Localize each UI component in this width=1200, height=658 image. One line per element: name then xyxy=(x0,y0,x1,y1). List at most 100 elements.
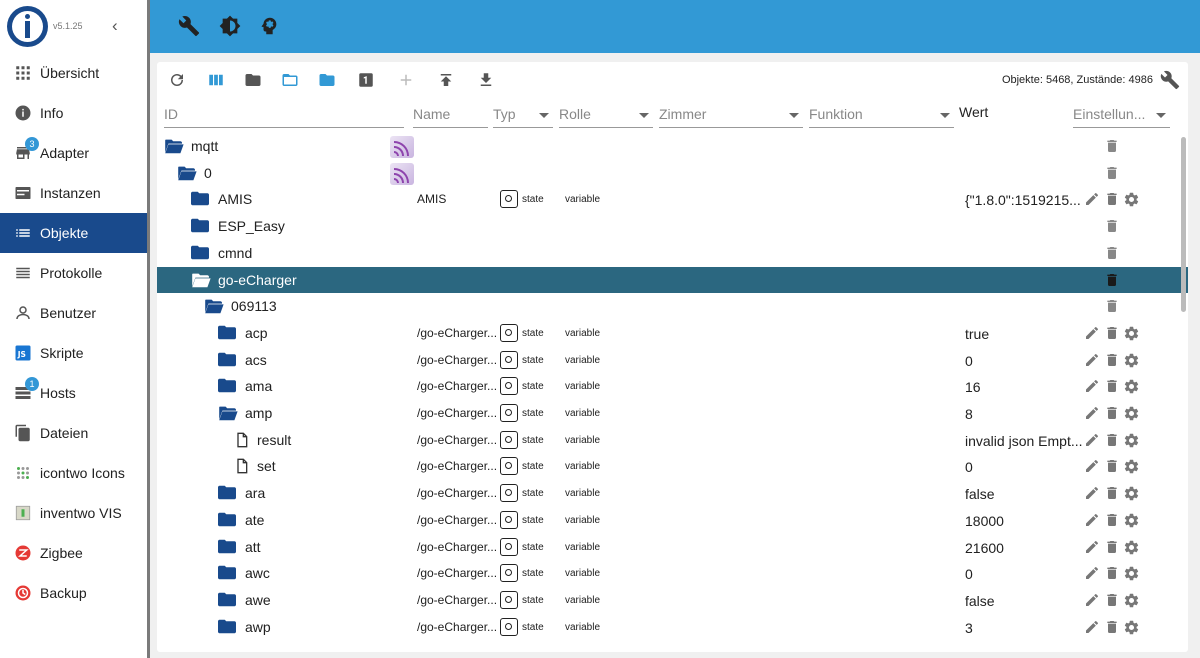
folder-open-icon[interactable] xyxy=(164,138,184,154)
sidebar-item-zigbee[interactable]: Zigbee xyxy=(0,533,147,573)
object-value[interactable]: true xyxy=(965,326,1085,342)
folder-icon[interactable] xyxy=(218,512,236,528)
delete-icon[interactable] xyxy=(1104,432,1120,448)
tree-row[interactable]: acs/go-eCharger... state variable 0 xyxy=(157,347,1188,374)
folder-icon[interactable] xyxy=(218,592,236,608)
gear-icon[interactable] xyxy=(1123,325,1139,341)
object-value[interactable]: 0 xyxy=(965,353,1085,369)
sidebar-item-dateien[interactable]: Dateien xyxy=(0,413,147,453)
gear-icon[interactable] xyxy=(1123,592,1139,608)
scrollbar[interactable] xyxy=(1181,137,1186,312)
delete-icon[interactable] xyxy=(1104,138,1120,154)
gear-icon[interactable] xyxy=(1123,191,1139,207)
sidebar-item-icontwo-icons[interactable]: icontwo Icons xyxy=(0,453,147,493)
folder-open-icon[interactable] xyxy=(218,405,238,421)
delete-icon[interactable] xyxy=(1104,272,1120,288)
column-role[interactable]: Rolle xyxy=(559,100,653,128)
gear-icon[interactable] xyxy=(1123,619,1139,635)
tree-row[interactable]: att/go-eCharger... state variable 21600 xyxy=(157,534,1188,561)
folder-open-icon[interactable] xyxy=(281,71,299,89)
tree-row[interactable]: ama/go-eCharger... state variable 16 xyxy=(157,373,1188,400)
tree-row[interactable]: result/go-eCharger... state variable invali… xyxy=(157,427,1188,454)
column-room[interactable]: Zimmer xyxy=(659,100,803,128)
columns-icon[interactable] xyxy=(207,71,225,89)
wrench-icon[interactable] xyxy=(178,15,200,37)
column-settings[interactable]: Einstellun... xyxy=(1073,100,1170,128)
column-id[interactable]: ID xyxy=(164,100,404,128)
tree-row[interactable]: ESP_Easy xyxy=(157,213,1188,240)
expert-mode-icon[interactable] xyxy=(258,15,280,37)
tree-row[interactable]: awe/go-eCharger... state variable false xyxy=(157,587,1188,614)
folder-icon[interactable] xyxy=(191,245,209,261)
edit-icon[interactable] xyxy=(1084,405,1100,421)
gear-icon[interactable] xyxy=(1123,458,1139,474)
tree-row[interactable]: go-eCharger xyxy=(157,266,1188,294)
sidebar-item-adapter[interactable]: Adapter 3 xyxy=(0,133,147,173)
sidebar-item-inventwo-vis[interactable]: inventwo VIS xyxy=(0,493,147,533)
folder-icon[interactable] xyxy=(244,71,262,89)
object-value[interactable]: false xyxy=(965,486,1085,502)
folder-icon[interactable] xyxy=(218,378,236,394)
edit-icon[interactable] xyxy=(1084,619,1100,635)
iobroker-logo[interactable] xyxy=(7,6,48,47)
delete-icon[interactable] xyxy=(1104,539,1120,555)
edit-icon[interactable] xyxy=(1084,378,1100,394)
download-icon[interactable] xyxy=(477,71,495,89)
delete-icon[interactable] xyxy=(1104,565,1120,581)
object-value[interactable]: false xyxy=(965,593,1085,609)
refresh-icon[interactable] xyxy=(168,71,186,89)
delete-icon[interactable] xyxy=(1104,619,1120,635)
tree-row[interactable]: awc/go-eCharger... state variable 0 xyxy=(157,560,1188,587)
delete-icon[interactable] xyxy=(1104,592,1120,608)
tree-row[interactable]: cmnd xyxy=(157,240,1188,267)
gear-icon[interactable] xyxy=(1123,352,1139,368)
folder-icon[interactable] xyxy=(218,539,236,555)
object-value[interactable]: 18000 xyxy=(965,513,1085,529)
level-one-icon[interactable] xyxy=(357,71,375,89)
folder-open-icon[interactable] xyxy=(177,165,197,181)
settings-wrench-icon[interactable] xyxy=(1160,70,1180,90)
sidebar-item-protokolle[interactable]: Protokolle xyxy=(0,253,147,293)
folder-icon[interactable] xyxy=(218,325,236,341)
gear-icon[interactable] xyxy=(1123,539,1139,555)
sidebar-item-skripte[interactable]: JS Skripte xyxy=(0,333,147,373)
folder-icon[interactable] xyxy=(218,485,236,501)
edit-icon[interactable] xyxy=(1084,565,1100,581)
tree-row[interactable]: awp/go-eCharger... state variable 3 xyxy=(157,614,1188,641)
delete-icon[interactable] xyxy=(1104,165,1120,181)
delete-icon[interactable] xyxy=(1104,458,1120,474)
tree-row[interactable]: ate/go-eCharger... state variable 18000 xyxy=(157,507,1188,534)
gear-icon[interactable] xyxy=(1123,485,1139,501)
column-name[interactable]: Name xyxy=(413,100,488,128)
object-value[interactable]: 3 xyxy=(965,620,1085,636)
sidebar-item-objekte[interactable]: Objekte xyxy=(0,213,147,253)
edit-icon[interactable] xyxy=(1084,512,1100,528)
delete-icon[interactable] xyxy=(1104,191,1120,207)
tree-row[interactable]: mqtt xyxy=(157,133,1188,160)
brightness-icon[interactable] xyxy=(219,15,241,37)
gear-icon[interactable] xyxy=(1123,512,1139,528)
tree-row[interactable]: amp/go-eCharger... state variable 8 xyxy=(157,400,1188,427)
sidebar-item-übersicht[interactable]: Übersicht xyxy=(0,53,147,93)
edit-icon[interactable] xyxy=(1084,352,1100,368)
folder-icon[interactable] xyxy=(191,191,209,207)
tree-row[interactable]: 0 xyxy=(157,160,1188,187)
sidebar-item-info[interactable]: Info xyxy=(0,93,147,133)
sidebar-item-instanzen[interactable]: Instanzen xyxy=(0,173,147,213)
gear-icon[interactable] xyxy=(1123,405,1139,421)
object-value[interactable]: 21600 xyxy=(965,540,1085,556)
object-value[interactable]: 8 xyxy=(965,406,1085,422)
folder-icon[interactable] xyxy=(218,565,236,581)
object-value[interactable]: 0 xyxy=(965,566,1085,582)
delete-icon[interactable] xyxy=(1104,298,1120,314)
edit-icon[interactable] xyxy=(1084,592,1100,608)
object-value[interactable]: 16 xyxy=(965,379,1085,395)
folder-open-icon[interactable] xyxy=(204,298,224,314)
tree-row[interactable]: ara/go-eCharger... state variable false xyxy=(157,480,1188,507)
sidebar-item-hosts[interactable]: Hosts 1 xyxy=(0,373,147,413)
delete-icon[interactable] xyxy=(1104,512,1120,528)
edit-icon[interactable] xyxy=(1084,432,1100,448)
upload-icon[interactable] xyxy=(437,71,455,89)
sidebar-item-backup[interactable]: Backup xyxy=(0,573,147,613)
tree-row[interactable]: AMIS AMIS state variable {"1.8.0":1519215... xyxy=(157,186,1188,213)
